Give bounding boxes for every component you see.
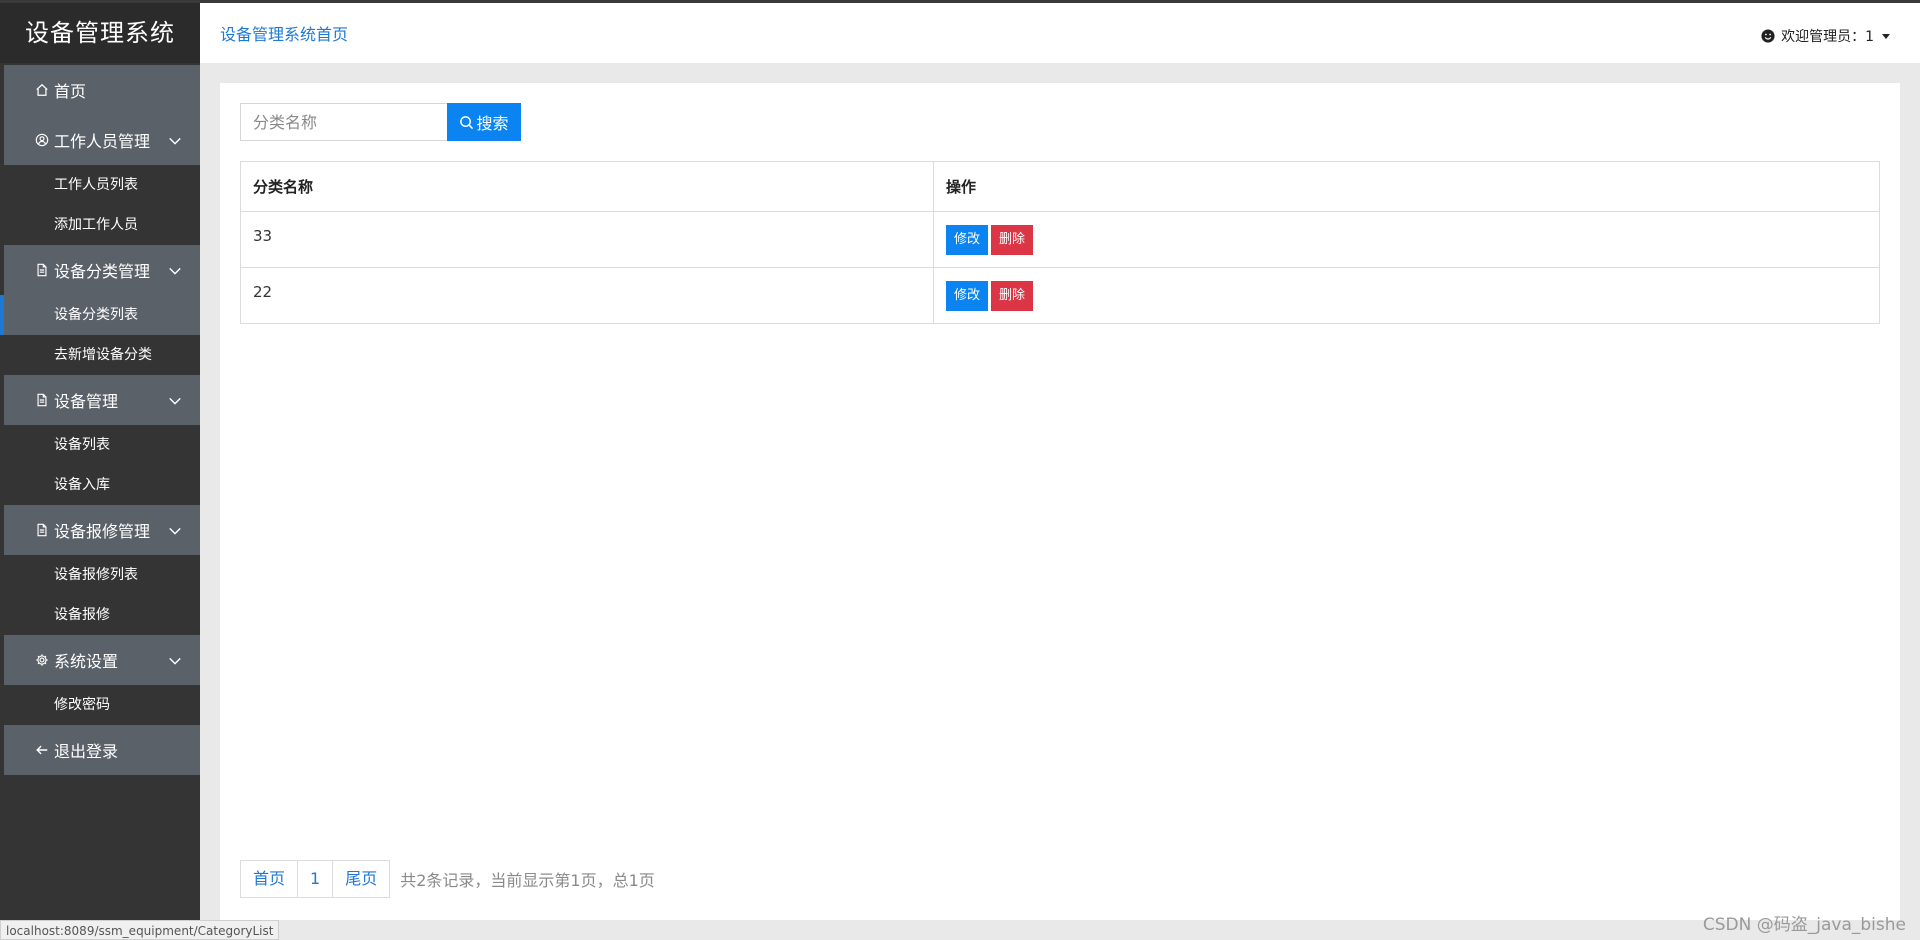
sidebar-group-category[interactable]: 设备分类管理 [4,245,200,295]
category-search-input[interactable] [240,103,447,141]
sidebar-group-repair[interactable]: 设备报修管理 [4,505,200,555]
pagination-info: 共2条记录，当前显示第1页，总1页 [400,871,655,890]
chevron-down-icon [168,263,182,277]
search-button-label: 搜索 [476,114,509,133]
welcome-text: 欢迎管理员：1 [1781,29,1874,45]
user-circle-icon [34,133,50,147]
column-header: 操作 [933,161,1880,212]
sidebar-group-label: 系统设置 [54,652,119,671]
sidebar-item-category-list[interactable]: 设备分类列表 [0,295,200,335]
home-icon [34,83,50,97]
sidebar-group-label: 设备报修管理 [54,522,151,541]
category-table: 分类名称 操作 33 修改 删除 22 修改 删除 [240,161,1880,324]
category-name-cell: 22 [240,267,934,324]
category-name: 22 [253,282,273,301]
main-panel: 搜索 分类名称 操作 33 修改删除 22 修改删除 [220,83,1900,920]
breadcrumb-home-link[interactable]: 设备管理系统首页 [220,21,348,45]
sidebar-group-label: 工作人员管理 [54,132,151,151]
top-header: 设备管理系统首页 欢迎管理员：1 [200,3,1920,63]
sidebar-item-label: 退出登录 [54,742,119,761]
pagination: 首页 1 尾页 共2条记录，当前显示第1页，总1页 [240,860,655,898]
actions-cell: 修改 删除 [933,211,1880,268]
sidebar-item-repair-list[interactable]: 设备报修列表 [0,555,200,595]
sidebar-item-logout[interactable]: 退出登录 [4,725,200,775]
delete-button[interactable]: 删除 [991,224,1034,255]
document-icon [34,263,50,277]
chevron-down-icon [168,653,182,667]
chevron-down-icon [168,523,182,537]
sidebar-item-label: 首页 [54,82,87,101]
sidebar-item-staff-list[interactable]: 工作人员列表 [0,165,200,205]
search-icon [460,115,474,129]
delete-button[interactable]: 删除 [991,280,1034,311]
sidebar-group-label: 设备管理 [54,392,119,411]
brand-title: 设备管理系统 [0,3,200,63]
sidebar-item-equipment-stockin[interactable]: 设备入库 [0,465,200,505]
smile-icon [1761,29,1775,43]
sidebar-item-repair[interactable]: 设备报修 [0,595,200,635]
sidebar-group-staff[interactable]: 工作人员管理 [4,115,200,165]
sidebar-group-equipment[interactable]: 设备管理 [4,375,200,425]
page-number-link[interactable]: 1 [298,860,334,898]
category-name-cell: 33 [240,211,934,268]
arrow-left-icon [34,743,50,757]
table-row: 22 修改 删除 [240,267,1880,324]
document-icon [34,523,50,537]
sidebar-item-add-staff[interactable]: 添加工作人员 [0,205,200,245]
sidebar: 设备管理系统 首页 工作人员管理 工作人员列表 添加工作人员 设备分类管理 设备… [0,3,200,940]
watermark: CSDN @码盗_java_bishe [1702,915,1906,935]
sidebar-item-change-password[interactable]: 修改密码 [0,685,200,725]
gear-icon [34,653,50,667]
sidebar-item-home[interactable]: 首页 [4,65,200,115]
table-header-row: 分类名称 操作 [240,161,1880,212]
sidebar-menu: 首页 工作人员管理 工作人员列表 添加工作人员 设备分类管理 设备分类列表 去新… [0,63,200,775]
actions-cell: 修改 删除 [933,267,1880,324]
column-header: 分类名称 [240,161,934,212]
sidebar-item-equipment-list[interactable]: 设备列表 [0,425,200,465]
last-page-link[interactable]: 尾页 [333,860,391,898]
browser-status-url: localhost:8089/ssm_equipment/CategoryLis… [0,920,280,940]
edit-button[interactable]: 修改 [946,280,989,311]
chevron-down-icon [168,393,182,407]
table-row: 33 修改 删除 [240,211,1880,268]
category-name: 33 [253,226,273,245]
caret-down-icon [1882,33,1890,39]
user-menu[interactable]: 欢迎管理员：1 [1761,26,1890,46]
edit-button[interactable]: 修改 [946,224,989,255]
first-page-link[interactable]: 首页 [240,860,299,898]
chevron-down-icon [168,133,182,147]
sidebar-group-settings[interactable]: 系统设置 [4,635,200,685]
sidebar-group-label: 设备分类管理 [54,262,151,281]
search-button[interactable]: 搜索 [447,103,521,141]
document-icon [34,393,50,407]
sidebar-item-add-category[interactable]: 去新增设备分类 [0,335,200,375]
